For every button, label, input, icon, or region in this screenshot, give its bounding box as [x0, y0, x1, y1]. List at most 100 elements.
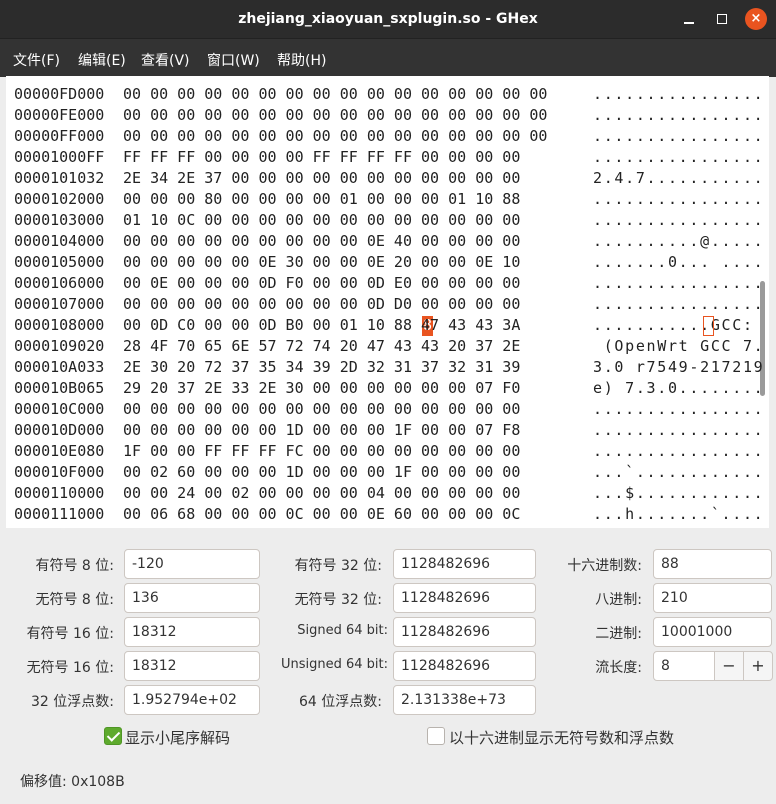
unsigned8-field[interactable]: 136 [124, 583, 260, 613]
hex-row[interactable]: 0000111000 00 06 68 00 00 00 0C 00 00 0E … [6, 504, 766, 525]
hex-row[interactable]: 0000104000 00 00 00 00 00 00 00 00 00 0E … [6, 231, 766, 252]
hex-bytes[interactable]: 29 20 37 2E 33 2E 30 00 00 00 00 00 00 0… [123, 378, 520, 399]
hex-row[interactable]: 00000FD000 00 00 00 00 00 00 00 00 00 00 … [6, 84, 766, 105]
little-endian-checkbox[interactable] [104, 727, 122, 745]
hex-bytes[interactable]: 00 06 68 00 00 00 0C 00 00 0E 60 00 00 0… [123, 504, 520, 525]
hex-bytes[interactable]: 28 4F 70 65 6E 57 72 74 20 47 43 43 20 3… [123, 336, 520, 357]
bin-label: 二进制: [595, 626, 642, 642]
close-icon[interactable]: × [745, 8, 767, 30]
hex-row[interactable]: 000010D000 00 00 00 00 00 00 1D 00 00 00 … [6, 420, 766, 441]
hex-offset: 0000104000 [14, 232, 105, 250]
hex-offset: 00000FE000 [14, 106, 105, 124]
ascii-text[interactable]: ...`............ [593, 462, 764, 483]
hex-row[interactable]: 000010E080 1F 00 00 FF FF FF FC 00 00 00 … [6, 441, 766, 462]
unsigned64-field[interactable]: 1128482696 [393, 651, 536, 681]
hex-bytes[interactable]: 00 00 00 80 00 00 00 00 01 00 00 00 01 1… [123, 189, 520, 210]
hex-field[interactable]: 88 [653, 549, 772, 579]
hex-bytes[interactable]: 00 0D C0 00 00 0D B0 00 01 10 88 47 43 4… [123, 315, 520, 336]
float64-field[interactable]: 2.131338e+73 [393, 685, 536, 715]
ascii-text[interactable]: 2.4.7........... [593, 168, 764, 189]
hex-row[interactable]: 000010F000 00 02 60 00 00 00 1D 00 00 00 … [6, 462, 766, 483]
float32-label: 32 位浮点数: [31, 694, 114, 710]
hex-bytes[interactable]: 00 00 00 00 00 0E 30 00 00 0E 20 00 00 0… [123, 252, 520, 273]
hex-bytes[interactable]: 00 0E 00 00 00 0D F0 00 00 0D E0 00 00 0… [123, 273, 520, 294]
unsigned8-label: 无符号 8 位: [35, 592, 114, 608]
hex-row[interactable]: 00000FE000 00 00 00 00 00 00 00 00 00 00 … [6, 105, 766, 126]
ascii-text[interactable]: .......0... .... [593, 252, 764, 273]
hex-row[interactable]: 0000108000 8 00 0D C0 00 00 0D B0 00 01 10… [6, 315, 766, 336]
hex-offset: 000010C000 [14, 400, 105, 418]
ascii-text[interactable]: ................ [593, 399, 764, 420]
hex-bytes[interactable]: 00 00 00 00 00 00 00 00 00 00 00 00 00 0… [123, 126, 547, 147]
hex-row[interactable]: 0000103000 01 10 0C 00 00 00 00 00 00 00 … [6, 210, 766, 231]
ascii-text[interactable]: ................ [593, 84, 764, 105]
hex-row[interactable]: 00000FF000 00 00 00 00 00 00 00 00 00 00 … [6, 126, 766, 147]
hex-bytes[interactable]: 1F 00 00 FF FF FF FC 00 00 00 00 00 00 0… [123, 441, 520, 462]
ascii-text[interactable]: ................ [593, 441, 764, 462]
ascii-text[interactable]: e) 7.3.0........ [593, 378, 764, 399]
signed8-field[interactable]: -120 [124, 549, 260, 579]
menu-help[interactable]: 帮助(H) [277, 50, 326, 70]
hex-row[interactable]: 0000107000 00 00 00 00 00 00 00 00 00 0D … [6, 294, 766, 315]
hex-row[interactable]: 0000109020 28 4F 70 65 6E 57 72 74 20 47 … [6, 336, 766, 357]
menu-view[interactable]: 查看(V) [141, 50, 190, 70]
hex-row[interactable]: 0000105000 00 00 00 00 00 0E 30 00 00 0E … [6, 252, 766, 273]
signed32-field[interactable]: 1128482696 [393, 549, 536, 579]
hex-row[interactable]: 000010B065 29 20 37 2E 33 2E 30 00 00 00 … [6, 378, 766, 399]
hex-bytes[interactable]: 00 00 24 00 02 00 00 00 00 04 00 00 00 0… [123, 483, 520, 504]
hex-bytes[interactable]: 00 00 00 00 00 00 00 00 00 00 00 00 00 0… [123, 84, 547, 105]
hex-row[interactable]: 0000110000 00 00 24 00 02 00 00 00 00 04 … [6, 483, 766, 504]
hex-view[interactable]: 00000FD000 00 00 00 00 00 00 00 00 00 00 … [6, 76, 769, 528]
unsigned16-field[interactable]: 18312 [124, 651, 260, 681]
ascii-text[interactable]: ...h.......`.... [593, 504, 764, 525]
hex-row[interactable]: 000010C000 00 00 00 00 00 00 00 00 00 00 … [6, 399, 766, 420]
oct-field[interactable]: 210 [653, 583, 772, 613]
ascii-text[interactable]: 3.0 r7549-217219 [593, 357, 764, 378]
increment-button[interactable]: + [743, 651, 773, 681]
ascii-text[interactable]: ...........GCC: [593, 315, 754, 336]
hex-bytes[interactable]: 00 00 00 00 00 00 00 00 00 0D D0 00 00 0… [123, 294, 520, 315]
hex-row[interactable]: 00001000FF FF FF FF 00 00 00 00 FF FF FF … [6, 147, 766, 168]
ascii-text[interactable]: ..........@..... [593, 231, 764, 252]
hex-bytes[interactable]: 00 00 00 00 00 00 00 00 00 00 00 00 00 0… [123, 105, 547, 126]
signed8-label: 有符号 8 位: [35, 558, 114, 574]
ascii-text[interactable]: ................ [593, 126, 764, 147]
hex-bytes[interactable]: FF FF FF 00 00 00 00 FF FF FF FF 00 00 0… [123, 147, 520, 168]
ascii-text[interactable]: ................ [593, 105, 764, 126]
hex-bytes[interactable]: 00 00 00 00 00 00 00 00 00 0E 40 00 00 0… [123, 231, 520, 252]
menu-file[interactable]: 文件(F) [13, 50, 60, 70]
hex-row[interactable]: 0000102000 00 00 00 80 00 00 00 00 01 00 … [6, 189, 766, 210]
minimize-icon[interactable] [679, 9, 699, 29]
unsigned32-field[interactable]: 1128482696 [393, 583, 536, 613]
hex-unsigned-checkbox[interactable] [427, 727, 445, 745]
hex-bytes[interactable]: 2E 30 20 72 37 35 34 39 2D 32 31 37 32 3… [123, 357, 520, 378]
hex-bytes[interactable]: 00 02 60 00 00 00 1D 00 00 00 1F 00 00 0… [123, 462, 520, 483]
menu-edit[interactable]: 编辑(E) [78, 50, 126, 70]
signed64-field[interactable]: 1128482696 [393, 617, 536, 647]
hex-bytes[interactable]: 01 10 0C 00 00 00 00 00 00 00 00 00 00 0… [123, 210, 520, 231]
hex-offset: 0000101032 [14, 169, 105, 187]
hex-bytes[interactable]: 00 00 00 00 00 00 1D 00 00 00 1F 00 00 0… [123, 420, 520, 441]
hex-row[interactable]: 0000101032 2E 34 2E 37 00 00 00 00 00 00 … [6, 168, 766, 189]
converter-panel: 有符号 8 位: -120 无符号 8 位: 136 有符号 16 位: 183… [0, 528, 776, 804]
ascii-text[interactable]: ................ [593, 420, 764, 441]
ascii-text[interactable]: (OpenWrt GCC 7. [593, 336, 764, 357]
ascii-text[interactable]: ................ [593, 294, 764, 315]
hex-bytes[interactable]: 00 00 00 00 00 00 00 00 00 00 00 00 00 0… [123, 399, 520, 420]
oct-label: 八进制: [595, 592, 642, 608]
signed16-field[interactable]: 18312 [124, 617, 260, 647]
maximize-icon[interactable] [712, 9, 732, 29]
ascii-text[interactable]: ................ [593, 147, 764, 168]
stream-length-input[interactable]: 8 [653, 651, 715, 681]
hex-row[interactable]: 000010A033 2E 30 20 72 37 35 34 39 2D 32 … [6, 357, 766, 378]
ascii-text[interactable]: ................ [593, 273, 764, 294]
float32-field[interactable]: 1.952794e+02 [124, 685, 260, 715]
bin-field[interactable]: 10001000 [653, 617, 772, 647]
ascii-text[interactable]: ................ [593, 210, 764, 231]
menu-window[interactable]: 窗口(W) [207, 50, 260, 70]
decrement-button[interactable]: − [714, 651, 744, 681]
hex-row[interactable]: 0000106000 00 0E 00 00 00 0D F0 00 00 0D … [6, 273, 766, 294]
ascii-text[interactable]: ................ [593, 189, 764, 210]
hex-bytes[interactable]: 2E 34 2E 37 00 00 00 00 00 00 00 00 00 0… [123, 168, 520, 189]
ascii-text[interactable]: ...$............ [593, 483, 764, 504]
